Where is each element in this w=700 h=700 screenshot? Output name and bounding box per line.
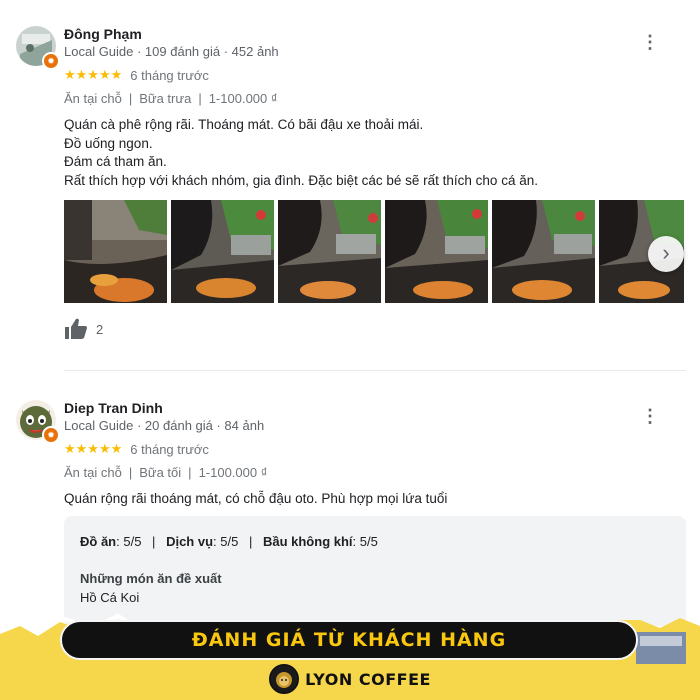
tag-dining-mode: Ăn tại chỗ (64, 465, 122, 480)
score-line: Đồ ăn: 5/5 | Dịch vụ: 5/5 | Bầu không kh… (80, 534, 378, 549)
brand: LYON COFFEE (0, 664, 700, 697)
tag-meal: Bữa tối (139, 465, 182, 480)
brand-name: LYON COFFEE (305, 669, 431, 689)
tag-price: 1-100.000 ₫ (198, 465, 268, 480)
recommended-item: Hồ Cá Koi (80, 590, 140, 605)
score-value: : 5/5 (116, 534, 142, 549)
banner-title: ĐÁNH GIÁ TỪ KHÁCH HÀNG (191, 629, 507, 651)
review-details: Đồ ăn: 5/5 | Dịch vụ: 5/5 | Bầu không kh… (64, 516, 686, 626)
score-value: : 5/5 (352, 534, 378, 549)
score-label: Dịch vụ (166, 534, 214, 549)
lion-logo-icon (269, 664, 300, 694)
more-vert-icon[interactable]: ⋮ (640, 404, 660, 428)
reviewer-name[interactable]: Diep Tran Dinh (64, 400, 163, 416)
score-value: : 5/5 (213, 534, 239, 549)
review-text-line: Quán rộng rãi thoáng mát, có chỗ đậu oto… (64, 491, 448, 506)
score-label: Đồ ăn (80, 534, 117, 549)
review-card: ✹ Diep Tran Dinh Local Guide · 20 đánh g… (0, 0, 700, 700)
promo-banner: ĐÁNH GIÁ TỪ KHÁCH HÀNG (60, 620, 638, 660)
score-label: Bầu không khí (262, 534, 353, 549)
local-guide-badge-icon: ✹ (42, 426, 60, 444)
recommended-heading: Những món ăn đề xuất (80, 571, 222, 586)
rating-stars: ★★★★★ (64, 441, 123, 456)
rating-row: ★★★★★ 6 tháng trước (64, 441, 209, 457)
review-text: Quán rộng rãi thoáng mát, có chỗ đậu oto… (64, 490, 447, 509)
reviewer-meta: Local Guide · 20 đánh giá · 84 ảnh (64, 418, 265, 433)
review-tags: Ăn tại chỗ | Bữa tối | 1-100.000 ₫ (64, 465, 268, 480)
review-time: 6 tháng trước (130, 441, 209, 457)
